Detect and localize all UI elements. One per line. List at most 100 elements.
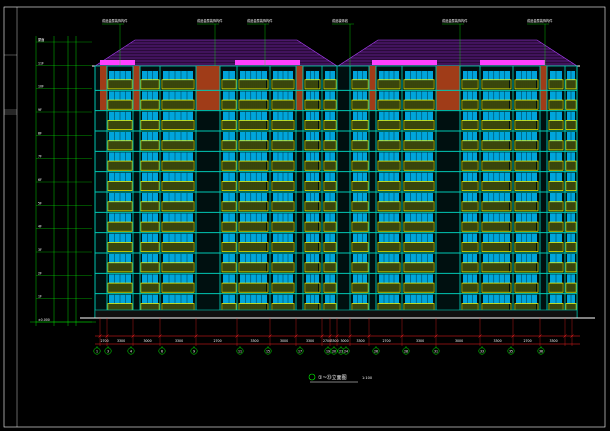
dimension-value: 2700 [524, 339, 532, 343]
window-glass [353, 254, 367, 264]
drawing-scale: 1:100 [362, 376, 372, 380]
window-glass [240, 233, 267, 243]
window-glass [240, 193, 267, 203]
brick-column [100, 66, 107, 110]
dimension-value: 3000 [144, 339, 152, 343]
dimension-value: 3000 [280, 339, 288, 343]
window-glass [142, 172, 158, 182]
brick-column [296, 66, 303, 110]
axis-label: 6 [161, 349, 163, 353]
window-glass [142, 132, 158, 142]
dimension-value: 3300 [416, 339, 424, 343]
window-glass [142, 91, 158, 101]
window-glass [306, 193, 319, 203]
window-glass [353, 294, 367, 304]
window-glass [163, 152, 193, 162]
window-glass [405, 213, 433, 223]
window-glass [240, 111, 267, 121]
roof-band [235, 60, 300, 65]
window-glass [483, 193, 510, 203]
dimension-value: 3300 [357, 339, 365, 343]
window-glass [463, 172, 477, 182]
elevation-drawing: 屋面 11F 10F 9F 8F 7F 6F 5F 4F 3F 2F 1F ±0.000 成品金属装饰构… [3, 6, 606, 428]
window-glass [240, 213, 267, 223]
title-strip [4, 54, 17, 115]
roof-band [372, 60, 437, 65]
window-glass [240, 152, 267, 162]
window-glass [405, 152, 433, 162]
axis-label: 21 [339, 349, 343, 353]
axis-label: 26 [374, 349, 378, 353]
window-glass [353, 152, 367, 162]
callout-text: 成品金属装饰构件 [197, 18, 223, 23]
axis-label: 20 [332, 349, 336, 353]
axis-label: 36 [539, 349, 543, 353]
window-glass [483, 111, 510, 121]
window-glass [353, 233, 367, 243]
axis-label: 3 [107, 349, 109, 353]
window-glass [306, 71, 319, 81]
window-glass [353, 111, 367, 121]
window-glass [240, 91, 267, 101]
window-glass [306, 111, 319, 121]
window-glass [483, 71, 510, 81]
window-glass [483, 274, 510, 284]
axis-label: 35 [509, 349, 513, 353]
window-glass [353, 213, 367, 223]
window-glass [463, 111, 477, 121]
window-glass [483, 152, 510, 162]
window-glass [483, 233, 510, 243]
level-label: ±0.000 [38, 318, 50, 322]
window-glass [463, 132, 477, 142]
level-label: 5F [38, 201, 42, 205]
callout-text: 成品金属装饰构件 [102, 18, 128, 23]
axis-label: 33 [480, 349, 484, 353]
building-facade [80, 65, 595, 319]
window-glass [483, 132, 510, 142]
dimension-value: 2700 [383, 339, 391, 343]
window-glass [306, 274, 319, 284]
roof-band [100, 60, 135, 65]
plinth [94, 309, 578, 319]
window-glass [306, 233, 319, 243]
window-glass [142, 111, 158, 121]
callout-text: 成品装饰线 [332, 18, 349, 23]
axis-label: 28 [404, 349, 408, 353]
brick-column [540, 66, 547, 110]
window-glass [142, 213, 158, 223]
axis-label: 19 [326, 349, 330, 353]
window-glass [163, 294, 193, 304]
window-glass [463, 233, 477, 243]
dimension-value: 3300 [175, 339, 183, 343]
dimension-value: 3300 [331, 339, 339, 343]
dimension-value: 3000 [455, 339, 463, 343]
window-glass [463, 274, 477, 284]
window-glass [306, 213, 319, 223]
window-glass [353, 193, 367, 203]
window-glass [463, 193, 477, 203]
brick-column [436, 66, 460, 110]
level-table: 屋面 11F 10F 9F 8F 7F 6F 5F 4F 3F 2F 1F ±0.000 [30, 36, 96, 326]
dimension-value: 3300 [494, 339, 502, 343]
window-glass [405, 254, 433, 264]
axis-label: 1 [96, 349, 98, 353]
window-glass [405, 274, 433, 284]
window-glass [405, 111, 433, 121]
window-glass [163, 111, 193, 121]
window-glass [306, 152, 319, 162]
brick-column [133, 66, 140, 110]
level-label: 屋面 [38, 37, 44, 42]
window-glass [405, 233, 433, 243]
window-glass [240, 71, 267, 81]
window-glass [306, 254, 319, 264]
window-glass [163, 233, 193, 243]
roof [92, 39, 580, 67]
drawing-title-block: ①~㉝立面图 1:100 [308, 373, 372, 383]
window-glass [306, 172, 319, 182]
axis-label: 15 [266, 349, 270, 353]
window-glass [163, 172, 193, 182]
window-glass [405, 132, 433, 142]
level-label: 1F [38, 295, 42, 299]
window-glass [240, 274, 267, 284]
window-glass [353, 71, 367, 81]
